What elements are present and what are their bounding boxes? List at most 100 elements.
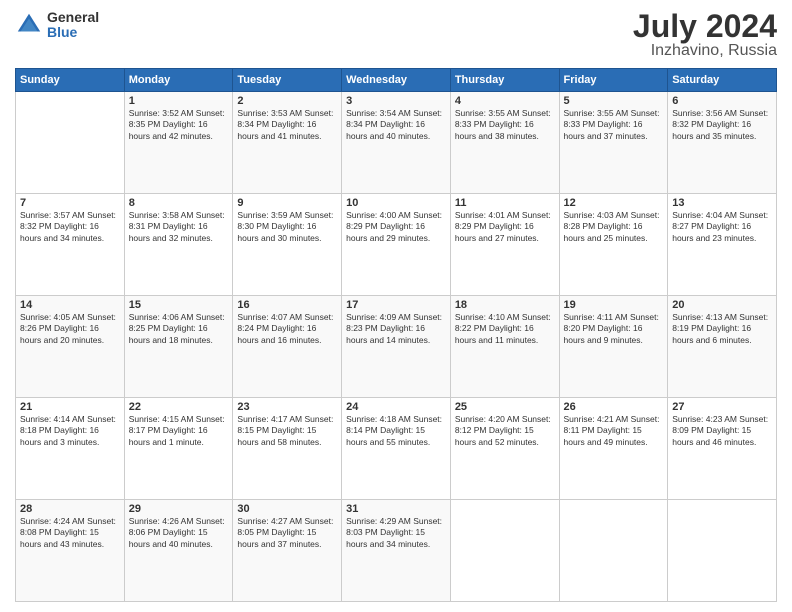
day-number: 28	[20, 503, 120, 515]
logo-blue: Blue	[47, 25, 99, 40]
day-info: Sunrise: 4:00 AM Sunset: 8:29 PM Dayligh…	[346, 210, 446, 244]
table-row: 19Sunrise: 4:11 AM Sunset: 8:20 PM Dayli…	[559, 296, 668, 398]
day-number: 22	[129, 401, 229, 413]
day-info: Sunrise: 3:56 AM Sunset: 8:32 PM Dayligh…	[672, 108, 772, 142]
day-number: 9	[237, 197, 337, 209]
day-info: Sunrise: 4:14 AM Sunset: 8:18 PM Dayligh…	[20, 414, 120, 448]
day-number: 11	[455, 197, 555, 209]
col-tuesday: Tuesday	[233, 69, 342, 92]
day-info: Sunrise: 3:52 AM Sunset: 8:35 PM Dayligh…	[129, 108, 229, 142]
day-number: 8	[129, 197, 229, 209]
table-row: 18Sunrise: 4:10 AM Sunset: 8:22 PM Dayli…	[450, 296, 559, 398]
day-info: Sunrise: 4:04 AM Sunset: 8:27 PM Dayligh…	[672, 210, 772, 244]
col-saturday: Saturday	[668, 69, 777, 92]
title-location: Inzhavino, Russia	[633, 42, 777, 60]
logo-icon	[15, 11, 43, 39]
day-info: Sunrise: 4:20 AM Sunset: 8:12 PM Dayligh…	[455, 414, 555, 448]
table-row: 15Sunrise: 4:06 AM Sunset: 8:25 PM Dayli…	[124, 296, 233, 398]
table-row: 16Sunrise: 4:07 AM Sunset: 8:24 PM Dayli…	[233, 296, 342, 398]
table-row: 3Sunrise: 3:54 AM Sunset: 8:34 PM Daylig…	[342, 92, 451, 194]
day-info: Sunrise: 4:21 AM Sunset: 8:11 PM Dayligh…	[564, 414, 664, 448]
day-number: 19	[564, 299, 664, 311]
table-row: 26Sunrise: 4:21 AM Sunset: 8:11 PM Dayli…	[559, 398, 668, 500]
table-row	[450, 500, 559, 602]
calendar-week-row: 1Sunrise: 3:52 AM Sunset: 8:35 PM Daylig…	[16, 92, 777, 194]
table-row: 8Sunrise: 3:58 AM Sunset: 8:31 PM Daylig…	[124, 194, 233, 296]
table-row: 22Sunrise: 4:15 AM Sunset: 8:17 PM Dayli…	[124, 398, 233, 500]
table-row: 11Sunrise: 4:01 AM Sunset: 8:29 PM Dayli…	[450, 194, 559, 296]
day-info: Sunrise: 4:10 AM Sunset: 8:22 PM Dayligh…	[455, 312, 555, 346]
calendar-header-row: Sunday Monday Tuesday Wednesday Thursday…	[16, 69, 777, 92]
day-info: Sunrise: 3:57 AM Sunset: 8:32 PM Dayligh…	[20, 210, 120, 244]
day-number: 29	[129, 503, 229, 515]
table-row	[668, 500, 777, 602]
day-info: Sunrise: 4:07 AM Sunset: 8:24 PM Dayligh…	[237, 312, 337, 346]
table-row: 5Sunrise: 3:55 AM Sunset: 8:33 PM Daylig…	[559, 92, 668, 194]
page: General Blue July 2024 Inzhavino, Russia…	[0, 0, 792, 612]
calendar-week-row: 21Sunrise: 4:14 AM Sunset: 8:18 PM Dayli…	[16, 398, 777, 500]
day-number: 26	[564, 401, 664, 413]
table-row: 20Sunrise: 4:13 AM Sunset: 8:19 PM Dayli…	[668, 296, 777, 398]
day-number: 16	[237, 299, 337, 311]
table-row	[559, 500, 668, 602]
day-number: 24	[346, 401, 446, 413]
table-row: 7Sunrise: 3:57 AM Sunset: 8:32 PM Daylig…	[16, 194, 125, 296]
day-number: 6	[672, 95, 772, 107]
table-row: 17Sunrise: 4:09 AM Sunset: 8:23 PM Dayli…	[342, 296, 451, 398]
table-row: 29Sunrise: 4:26 AM Sunset: 8:06 PM Dayli…	[124, 500, 233, 602]
day-info: Sunrise: 4:26 AM Sunset: 8:06 PM Dayligh…	[129, 516, 229, 550]
day-info: Sunrise: 3:59 AM Sunset: 8:30 PM Dayligh…	[237, 210, 337, 244]
table-row: 10Sunrise: 4:00 AM Sunset: 8:29 PM Dayli…	[342, 194, 451, 296]
day-number: 31	[346, 503, 446, 515]
day-number: 3	[346, 95, 446, 107]
table-row: 27Sunrise: 4:23 AM Sunset: 8:09 PM Dayli…	[668, 398, 777, 500]
table-row: 24Sunrise: 4:18 AM Sunset: 8:14 PM Dayli…	[342, 398, 451, 500]
day-number: 20	[672, 299, 772, 311]
day-number: 30	[237, 503, 337, 515]
day-info: Sunrise: 4:27 AM Sunset: 8:05 PM Dayligh…	[237, 516, 337, 550]
table-row: 4Sunrise: 3:55 AM Sunset: 8:33 PM Daylig…	[450, 92, 559, 194]
day-number: 25	[455, 401, 555, 413]
day-info: Sunrise: 4:15 AM Sunset: 8:17 PM Dayligh…	[129, 414, 229, 448]
calendar-week-row: 7Sunrise: 3:57 AM Sunset: 8:32 PM Daylig…	[16, 194, 777, 296]
day-number: 4	[455, 95, 555, 107]
day-number: 23	[237, 401, 337, 413]
header: General Blue July 2024 Inzhavino, Russia	[15, 10, 777, 60]
col-friday: Friday	[559, 69, 668, 92]
day-number: 1	[129, 95, 229, 107]
day-number: 13	[672, 197, 772, 209]
day-number: 21	[20, 401, 120, 413]
day-info: Sunrise: 4:18 AM Sunset: 8:14 PM Dayligh…	[346, 414, 446, 448]
col-thursday: Thursday	[450, 69, 559, 92]
table-row: 9Sunrise: 3:59 AM Sunset: 8:30 PM Daylig…	[233, 194, 342, 296]
day-info: Sunrise: 3:55 AM Sunset: 8:33 PM Dayligh…	[455, 108, 555, 142]
day-info: Sunrise: 3:55 AM Sunset: 8:33 PM Dayligh…	[564, 108, 664, 142]
logo: General Blue	[15, 10, 99, 41]
day-info: Sunrise: 4:06 AM Sunset: 8:25 PM Dayligh…	[129, 312, 229, 346]
day-info: Sunrise: 3:53 AM Sunset: 8:34 PM Dayligh…	[237, 108, 337, 142]
day-number: 15	[129, 299, 229, 311]
table-row: 2Sunrise: 3:53 AM Sunset: 8:34 PM Daylig…	[233, 92, 342, 194]
table-row: 28Sunrise: 4:24 AM Sunset: 8:08 PM Dayli…	[16, 500, 125, 602]
day-info: Sunrise: 4:17 AM Sunset: 8:15 PM Dayligh…	[237, 414, 337, 448]
day-number: 5	[564, 95, 664, 107]
col-sunday: Sunday	[16, 69, 125, 92]
table-row: 12Sunrise: 4:03 AM Sunset: 8:28 PM Dayli…	[559, 194, 668, 296]
day-number: 27	[672, 401, 772, 413]
day-info: Sunrise: 4:11 AM Sunset: 8:20 PM Dayligh…	[564, 312, 664, 346]
table-row: 23Sunrise: 4:17 AM Sunset: 8:15 PM Dayli…	[233, 398, 342, 500]
table-row	[16, 92, 125, 194]
day-number: 7	[20, 197, 120, 209]
day-info: Sunrise: 4:13 AM Sunset: 8:19 PM Dayligh…	[672, 312, 772, 346]
calendar-week-row: 28Sunrise: 4:24 AM Sunset: 8:08 PM Dayli…	[16, 500, 777, 602]
table-row: 1Sunrise: 3:52 AM Sunset: 8:35 PM Daylig…	[124, 92, 233, 194]
day-info: Sunrise: 4:09 AM Sunset: 8:23 PM Dayligh…	[346, 312, 446, 346]
day-number: 14	[20, 299, 120, 311]
day-info: Sunrise: 4:23 AM Sunset: 8:09 PM Dayligh…	[672, 414, 772, 448]
logo-general: General	[47, 10, 99, 25]
col-monday: Monday	[124, 69, 233, 92]
day-info: Sunrise: 4:03 AM Sunset: 8:28 PM Dayligh…	[564, 210, 664, 244]
table-row: 31Sunrise: 4:29 AM Sunset: 8:03 PM Dayli…	[342, 500, 451, 602]
day-info: Sunrise: 4:01 AM Sunset: 8:29 PM Dayligh…	[455, 210, 555, 244]
title-month: July 2024	[633, 10, 777, 42]
